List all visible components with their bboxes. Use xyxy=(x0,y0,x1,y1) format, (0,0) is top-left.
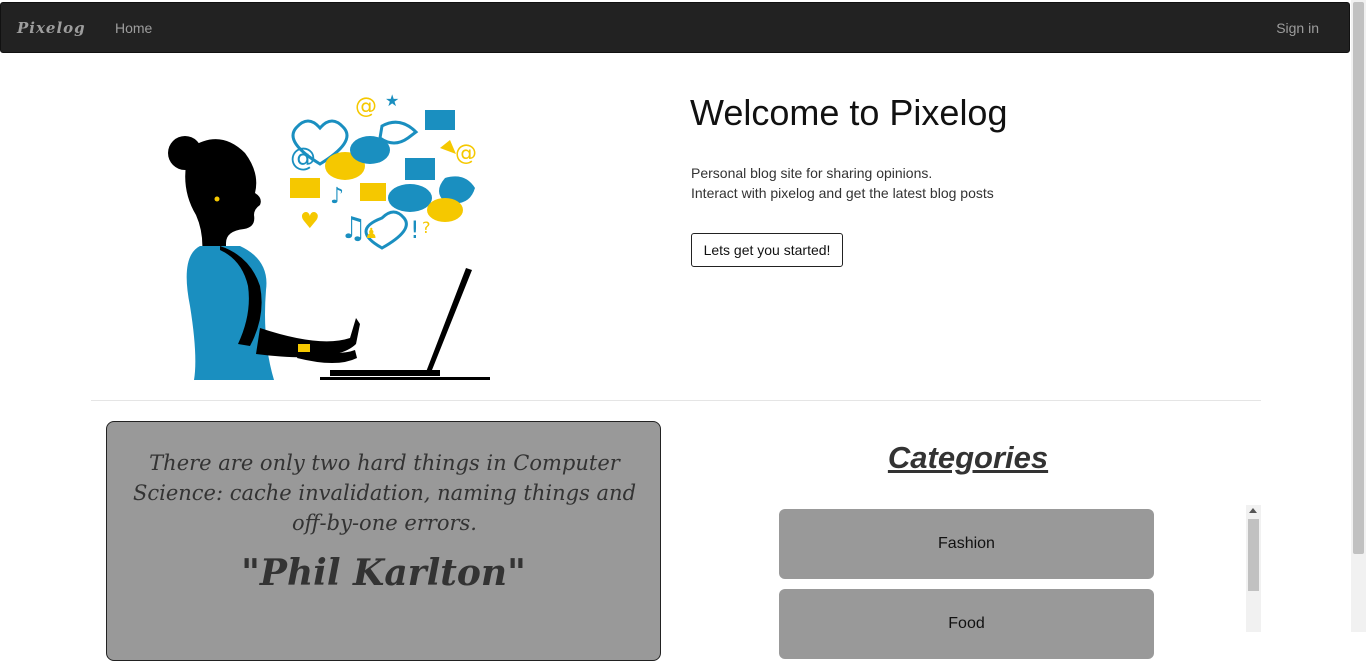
category-item-fashion[interactable]: Fashion xyxy=(779,509,1154,579)
page-scrollbar-thumb[interactable] xyxy=(1353,2,1364,554)
svg-text:♫: ♫ xyxy=(340,211,367,246)
svg-text:♥: ♥ xyxy=(300,209,320,234)
quote-author: "Phil Karlton" xyxy=(241,552,526,594)
svg-text:@: @ xyxy=(290,143,316,173)
svg-text:@: @ xyxy=(355,94,377,119)
svg-text:@: @ xyxy=(455,141,477,166)
quote-text: There are only two hard things in Comput… xyxy=(132,451,637,535)
section-divider xyxy=(91,400,1261,401)
categories-scrollbar-thumb[interactable] xyxy=(1248,519,1259,591)
svg-text:?: ? xyxy=(422,218,431,237)
social-icons-cloud: @ ★ @ @ ♪ ♥ ♫ ! ? ♟ xyxy=(290,91,477,250)
nav-signin-link[interactable]: Sign in xyxy=(1276,20,1319,36)
get-started-button[interactable]: Lets get you started! xyxy=(691,233,843,267)
svg-text:!: ! xyxy=(410,216,420,244)
svg-text:★: ★ xyxy=(385,91,399,110)
top-navbar: Pixelog Home Sign in xyxy=(0,2,1350,53)
category-item-food[interactable]: Food xyxy=(779,589,1154,659)
categories-scrollbar[interactable] xyxy=(1246,505,1261,632)
woman-laptop-illustration: @ ★ @ @ ♪ ♥ ♫ ! ? ♟ xyxy=(168,91,490,380)
categories-heading: Categories xyxy=(887,440,1049,475)
hero-title: Welcome to Pixelog xyxy=(690,92,1008,133)
page-scrollbar[interactable] xyxy=(1351,0,1366,632)
brand-logo[interactable]: Pixelog xyxy=(17,19,86,37)
hero-description-line-1: Personal blog site for sharing opinions. xyxy=(691,165,933,181)
nav-home-link[interactable]: Home xyxy=(115,20,152,36)
scroll-up-arrow-icon[interactable] xyxy=(1249,508,1257,513)
laptop xyxy=(320,268,490,380)
quote-card: There are only two hard things in Comput… xyxy=(106,421,661,661)
svg-text:♟: ♟ xyxy=(365,226,378,242)
hero-description-line-2: Interact with pixelog and get the latest… xyxy=(691,185,994,201)
svg-text:♪: ♪ xyxy=(330,184,344,209)
categories-list: Fashion Food xyxy=(779,509,1154,669)
